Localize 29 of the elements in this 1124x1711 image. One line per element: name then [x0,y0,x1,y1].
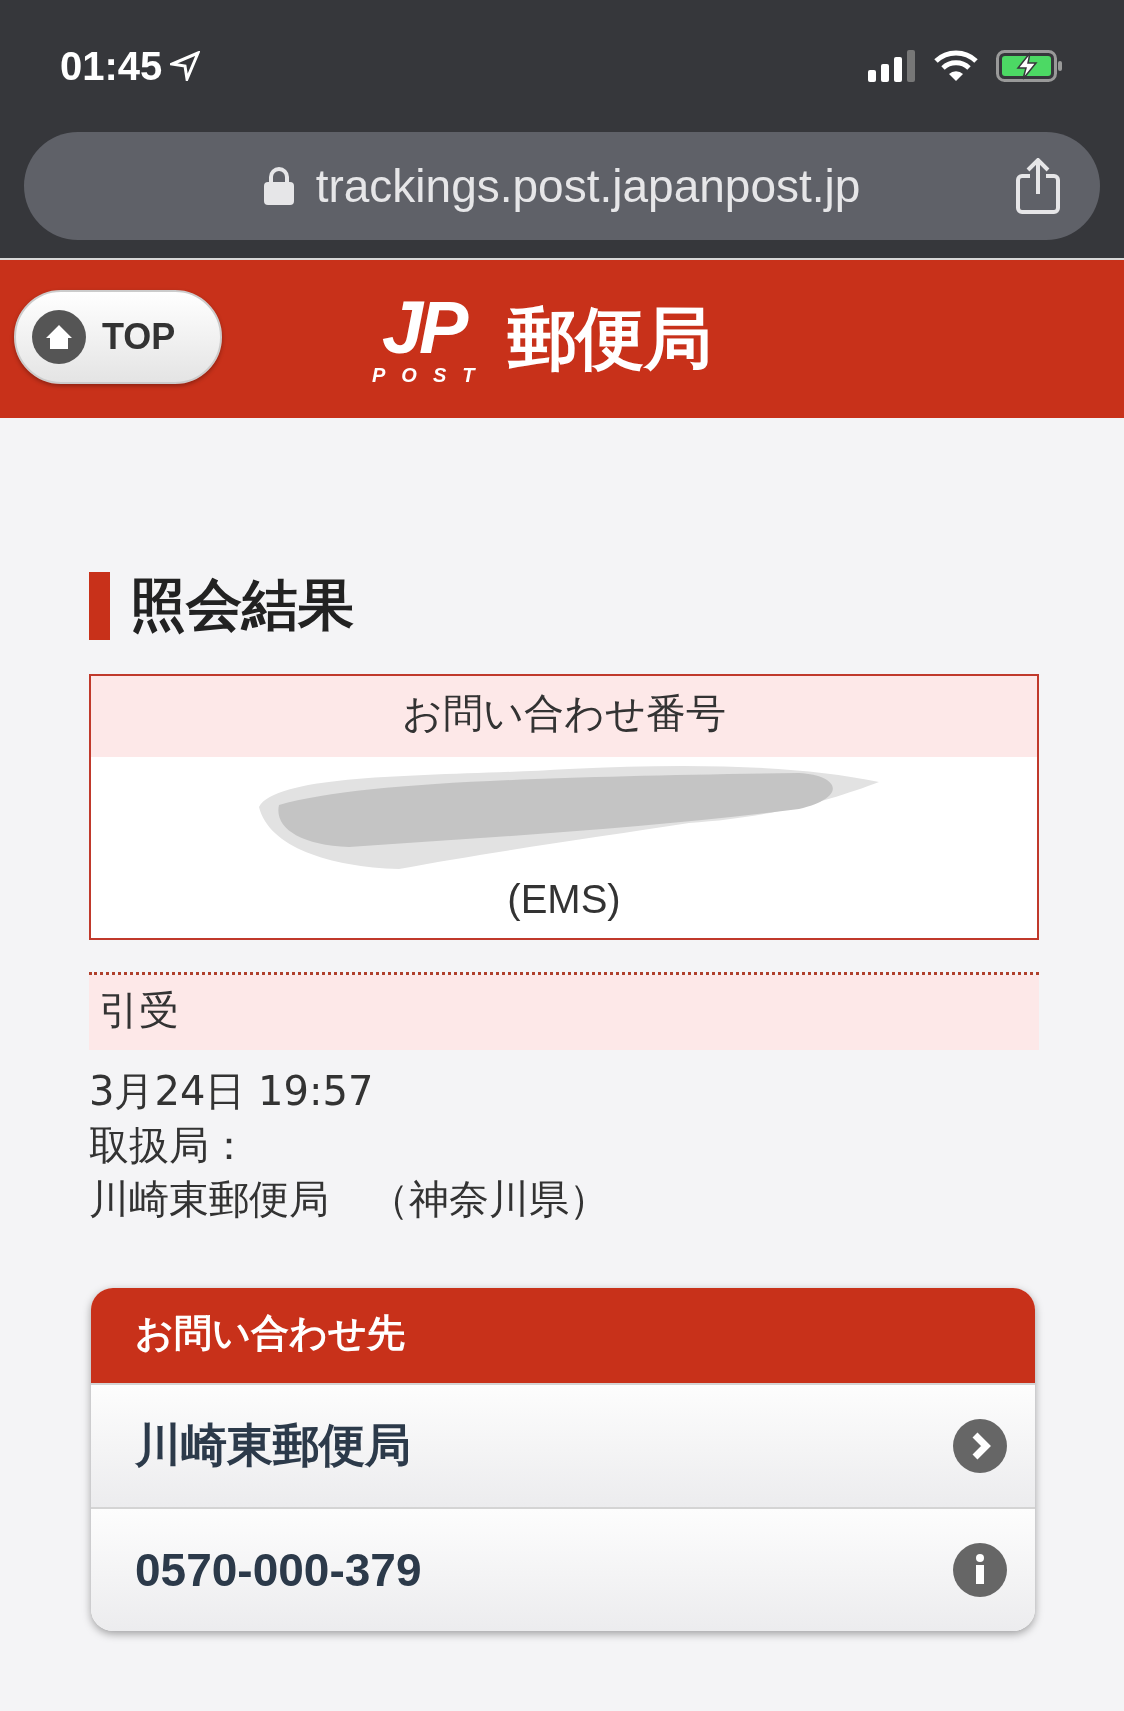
logo-name: 郵便局 [508,297,713,380]
event-detail: 取扱局： [89,1121,250,1170]
contact-label: 0570-000-379 [135,1543,422,1597]
event-detail: 川崎東郵便局 （神奈川県） [89,1175,610,1224]
heading-accent [89,572,110,640]
clock-time: 01:45 [60,43,163,89]
share-icon[interactable] [1016,158,1060,214]
chevron-icon [953,1419,1007,1473]
event-detail: 3月24日 19:57 [89,1067,375,1116]
contact-item[interactable]: 0570-000-379 [91,1507,1035,1631]
signal-icon [868,50,916,82]
wifi-icon [934,50,978,82]
inquiry-label: お問い合わせ番号 [91,676,1037,757]
top-button[interactable]: TOP [14,290,222,384]
battery-charging-icon [996,50,1064,82]
event-status: 引受 [89,975,1039,1050]
contact-item[interactable]: 川崎東郵便局 [91,1383,1035,1507]
home-icon [32,310,86,364]
contact-label: 川崎東郵便局 [135,1418,411,1473]
service-type: (EMS) [507,877,621,923]
info-icon [953,1543,1007,1597]
page-heading: 照会結果 [130,571,354,639]
logo-subtext: POST [372,363,491,387]
lock-icon [263,167,294,205]
address-bar[interactable]: trackings.post.japanpost.jp [24,132,1100,240]
url-text: trackings.post.japanpost.jp [315,159,861,213]
logo-mark: JP [381,291,465,364]
contact-title: お問い合わせ先 [91,1288,1035,1383]
location-arrow-icon [170,51,201,81]
